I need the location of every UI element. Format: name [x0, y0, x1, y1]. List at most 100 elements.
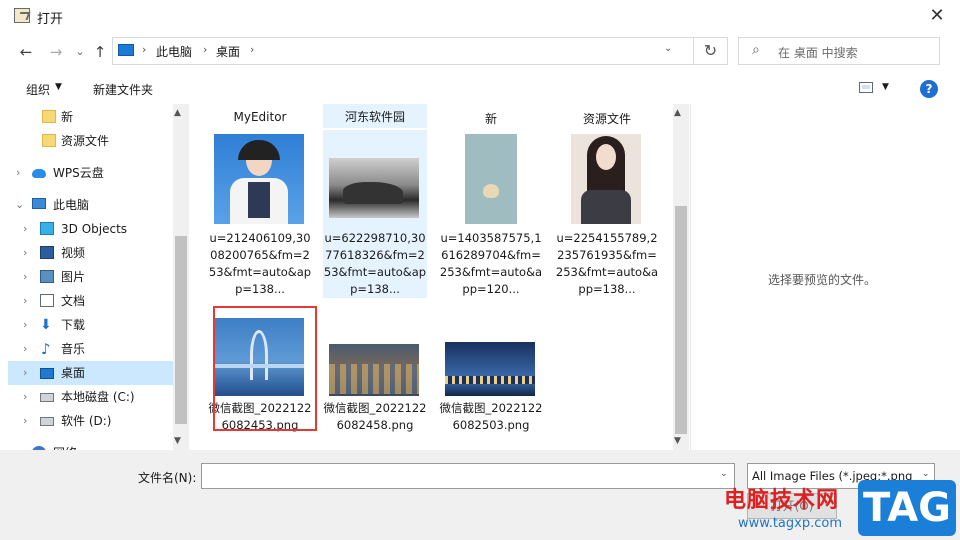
file-caption: 微信截图_20221226082458.png — [323, 401, 427, 432]
breadcrumb-desktop[interactable]: 桌面 — [216, 43, 240, 60]
folder-icon — [42, 110, 56, 123]
breadcrumb-separator: › — [250, 43, 255, 56]
organize-button[interactable]: 组织 — [26, 81, 50, 98]
sidebar-item-label: 资源文件 — [61, 134, 110, 148]
sidebar-item-drive-c[interactable]: › 本地磁盘 (C:) — [8, 385, 173, 409]
chevron-down-icon[interactable]: ⌄ — [15, 193, 24, 217]
search-placeholder: 在 桌面 中搜索 — [778, 46, 858, 60]
sidebar-item-label: 软件 (D:) — [61, 414, 112, 428]
sidebar-item-new[interactable]: 新 — [8, 105, 173, 129]
chevron-right-icon[interactable]: › — [23, 217, 27, 241]
window-title: 打开 — [37, 12, 64, 27]
refresh-button[interactable]: ↻ — [693, 37, 727, 65]
chevron-right-icon[interactable]: › — [23, 265, 27, 289]
organize-dropdown-icon[interactable]: ▼ — [55, 82, 62, 92]
chevron-right-icon[interactable]: › — [23, 361, 27, 385]
up-icon[interactable]: ↑ — [90, 42, 110, 62]
chevron-right-icon[interactable]: › — [23, 337, 27, 361]
app-icon — [14, 8, 30, 23]
file-item[interactable]: u=1403587575,1616289704&fm=253&fmt=auto&… — [439, 130, 543, 300]
scroll-up-icon[interactable]: ▲ — [674, 108, 681, 118]
forward-icon[interactable]: → — [46, 42, 66, 62]
sidebar-item-3d-objects[interactable]: › 3D Objects — [8, 217, 173, 241]
file-item[interactable]: u=2254155789,2235761935&fm=253&fmt=auto&… — [555, 130, 659, 300]
sidebar-item-resources[interactable]: 资源文件 — [8, 129, 173, 153]
3d-objects-icon — [40, 222, 54, 235]
sidebar-item-label: 3D Objects — [61, 222, 128, 236]
breadcrumb-this-pc[interactable]: 此电脑 — [156, 43, 192, 60]
preview-empty-text: 选择要预览的文件。 — [768, 273, 877, 287]
chevron-right-icon[interactable]: › — [23, 313, 27, 337]
sidebar-item-wps-cloud[interactable]: › WPS云盘 — [8, 161, 173, 185]
portrait-thumbnail — [214, 134, 304, 224]
sidebar-item-videos[interactable]: › 视频 — [8, 241, 173, 265]
file-caption: u=212406109,3008200765&fm=253&fmt=auto&a… — [208, 231, 312, 296]
title-bar — [0, 0, 960, 32]
filename-dropdown-icon[interactable]: ⌄ — [720, 469, 728, 479]
sidebar-item-this-pc[interactable]: ⌄ 此电脑 — [8, 193, 173, 217]
recent-locations-icon[interactable]: ⌄ — [70, 42, 90, 62]
drive-icon — [40, 417, 54, 426]
music-icon — [40, 337, 54, 361]
sidebar-item-label: 新 — [61, 110, 74, 124]
close-button[interactable]: ✕ — [920, 4, 954, 28]
sidebar-item-label: 音乐 — [61, 342, 86, 356]
portrait-thumbnail — [571, 134, 641, 224]
sidebar-item-label: 下载 — [61, 318, 86, 332]
file-caption: u=1403587575,1616289704&fm=253&fmt=auto&… — [439, 231, 543, 296]
view-options-icon[interactable] — [859, 82, 873, 93]
wallpaper-thumbnail — [465, 134, 517, 224]
view-dropdown-icon[interactable]: ▼ — [882, 82, 889, 92]
folder-item-myeditor[interactable]: MyEditor — [208, 110, 312, 124]
file-item[interactable]: 微信截图_20221226082503.png — [439, 310, 543, 450]
download-icon — [40, 313, 54, 337]
computer-icon — [32, 198, 46, 209]
file-type-dropdown-icon[interactable]: ⌄ — [922, 469, 930, 479]
sidebar-item-downloads[interactable]: › 下载 — [8, 313, 173, 337]
sidebar-scrollbar-thumb[interactable] — [175, 236, 187, 424]
chevron-right-icon[interactable]: › — [16, 441, 20, 450]
file-item[interactable]: u=212406109,3008200765&fm=253&fmt=auto&a… — [208, 130, 312, 300]
sidebar-item-label: WPS云盘 — [53, 166, 104, 180]
filename-input[interactable] — [201, 463, 735, 489]
sidebar-item-music[interactable]: › 音乐 — [8, 337, 173, 361]
chevron-right-icon[interactable]: › — [23, 385, 27, 409]
folder-item-new[interactable]: 新 — [439, 110, 543, 127]
landscape-thumbnail — [329, 158, 419, 218]
breadcrumb-separator: › — [203, 43, 208, 56]
new-folder-button[interactable]: 新建文件夹 — [93, 81, 153, 98]
sidebar-item-network[interactable]: › 网络 — [8, 441, 173, 450]
address-dropdown-icon[interactable]: ⌄ — [664, 43, 672, 54]
computer-icon — [118, 44, 134, 56]
drive-icon — [40, 393, 54, 402]
folder-item-hedong[interactable]: 河东软件园 — [323, 104, 427, 128]
sidebar-item-pictures[interactable]: › 图片 — [8, 265, 173, 289]
highlight-box — [213, 306, 317, 431]
sidebar-item-label: 图片 — [61, 270, 86, 284]
scroll-down-icon[interactable]: ▼ — [674, 436, 681, 446]
file-item[interactable]: u=622298710,3077618326&fm=253&fmt=auto&a… — [323, 130, 427, 298]
sidebar-item-desktop[interactable]: › 桌面 — [8, 361, 173, 385]
scroll-down-icon[interactable]: ▼ — [174, 436, 181, 446]
video-icon — [40, 246, 54, 259]
pictures-icon — [40, 270, 54, 283]
file-list-scrollbar-thumb[interactable] — [675, 206, 687, 434]
chevron-right-icon[interactable]: › — [16, 161, 20, 185]
sidebar-item-label: 本地磁盘 (C:) — [61, 390, 135, 404]
help-icon[interactable]: ? — [920, 80, 938, 98]
chevron-right-icon[interactable]: › — [23, 289, 27, 313]
folder-icon — [42, 134, 56, 147]
file-caption: 微信截图_20221226082503.png — [439, 401, 543, 432]
scroll-up-icon[interactable]: ▲ — [174, 108, 181, 118]
watermark-url: www.tagxp.com — [738, 516, 842, 531]
skyline-thumbnail — [445, 342, 535, 396]
back-icon[interactable]: ← — [16, 42, 36, 62]
chevron-right-icon[interactable]: › — [23, 409, 27, 433]
folder-item-resources[interactable]: 资源文件 — [555, 110, 659, 127]
sidebar-item-drive-d[interactable]: › 软件 (D:) — [8, 409, 173, 433]
sidebar-item-documents[interactable]: › 文档 — [8, 289, 173, 313]
breadcrumb-separator: › — [142, 43, 147, 56]
file-item[interactable]: 微信截图_20221226082458.png — [323, 310, 427, 450]
city-thumbnail — [329, 344, 419, 396]
chevron-right-icon[interactable]: › — [23, 241, 27, 265]
